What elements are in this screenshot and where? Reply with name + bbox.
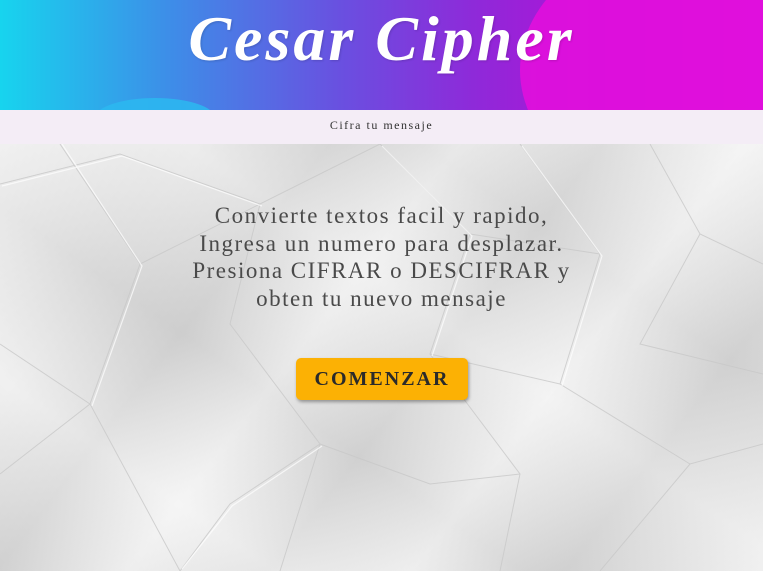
subtitle-bar: Cifra tu mensaje <box>0 110 763 144</box>
subtitle-text: Cifra tu mensaje <box>329 118 434 132</box>
intro-line: Presiona CIFRAR o DESCIFRAR y <box>192 258 571 283</box>
start-button[interactable]: COMENZAR <box>296 358 468 400</box>
page-title: Cesar Cipher <box>188 3 575 74</box>
decorative-blob <box>95 98 215 110</box>
hero-banner: Cesar Cipher <box>0 0 763 110</box>
intro-text: Convierte textos facil y rapido, Ingresa… <box>0 202 763 312</box>
intro-line: Ingresa un numero para desplazar. <box>199 230 564 256</box>
intro-line: Convierte textos facil y rapido, <box>214 203 549 228</box>
crumpled-paper-section: Convierte textos facil y rapido, Ingresa… <box>0 144 763 571</box>
intro-line: obten tu nuevo mensaje <box>256 285 507 311</box>
